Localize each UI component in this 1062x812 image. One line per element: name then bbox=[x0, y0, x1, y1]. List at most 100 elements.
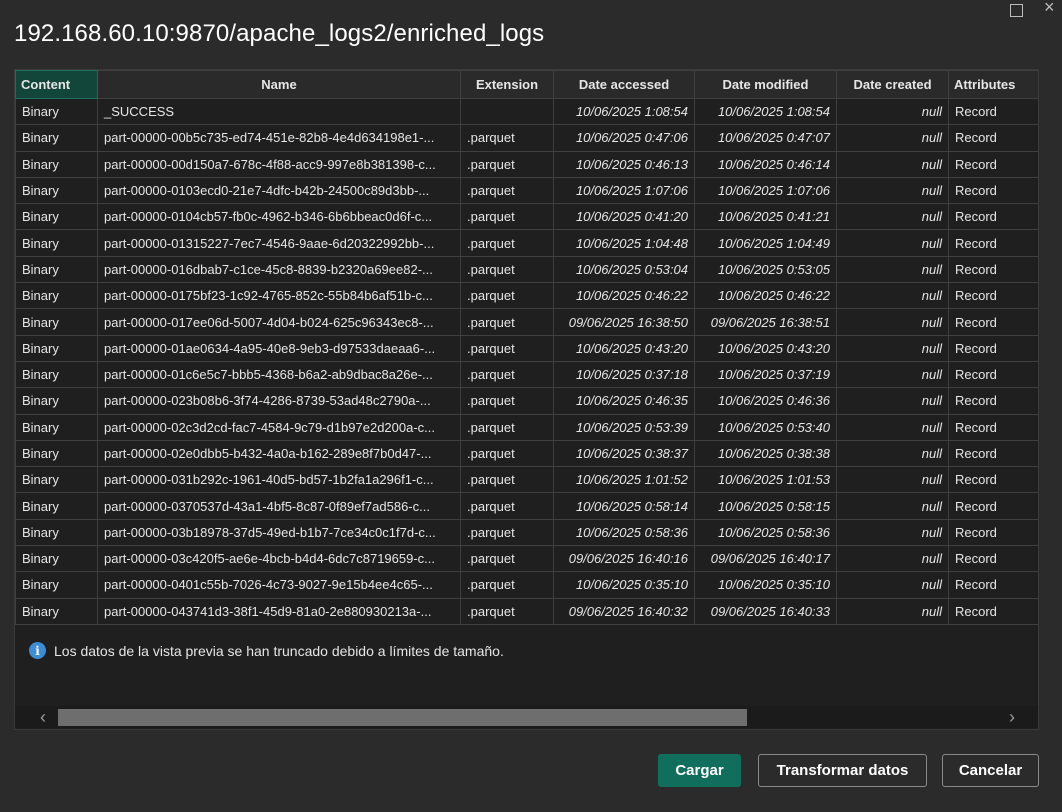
cell-attributes[interactable]: Record bbox=[948, 387, 1038, 415]
cell-content[interactable]: Binary bbox=[15, 308, 98, 336]
cell-attributes[interactable]: Record bbox=[948, 150, 1038, 178]
cell-attributes[interactable]: Record bbox=[948, 334, 1038, 362]
cell-content[interactable]: Binary bbox=[15, 571, 98, 599]
cell-extension: .parquet bbox=[460, 334, 554, 362]
cell-name: part-00000-02e0dbb5-b432-4a0a-b162-289e8… bbox=[97, 439, 461, 468]
cell-date-modified: 09/06/2025 16:40:33 bbox=[694, 597, 837, 625]
table-row[interactable]: Binary part-00000-01315227-7ec7-4546-9aae… bbox=[15, 229, 1038, 257]
cell-content[interactable]: Binary bbox=[15, 439, 98, 468]
cell-content[interactable]: Binary bbox=[15, 492, 98, 520]
table-row[interactable]: Binary part-00000-0103ecd0-21e7-4dfc-b42b… bbox=[15, 176, 1038, 205]
cell-attributes[interactable]: Record bbox=[948, 597, 1038, 625]
cell-attributes[interactable]: Record bbox=[948, 360, 1038, 389]
cell-attributes[interactable]: Record bbox=[948, 97, 1038, 126]
cell-date-modified: 10/06/2025 1:04:49 bbox=[694, 229, 837, 257]
table-row[interactable]: Binary part-00000-0104cb57-fb0c-4962-b346… bbox=[15, 203, 1038, 231]
column-header-content[interactable]: Content bbox=[15, 70, 98, 99]
table-row[interactable]: Binary part-00000-023b08b6-3f74-4286-8739… bbox=[15, 387, 1038, 415]
column-header-attributes[interactable]: Attributes bbox=[948, 70, 1038, 99]
table-row[interactable]: Binary part-00000-00d150a7-678c-4f88-acc9… bbox=[15, 150, 1038, 178]
table-row[interactable]: Binary part-00000-01c6e5c7-bbb5-4368-b6a2… bbox=[15, 360, 1038, 389]
cell-content[interactable]: Binary bbox=[15, 124, 98, 152]
cell-attributes[interactable]: Record bbox=[948, 308, 1038, 336]
cell-content[interactable]: Binary bbox=[15, 97, 98, 126]
cell-date-created: null bbox=[836, 255, 949, 284]
cell-date-accessed: 09/06/2025 16:40:32 bbox=[553, 597, 695, 625]
truncation-notice: i Los datos de la vista previa se han tr… bbox=[29, 642, 504, 659]
transform-data-button[interactable]: Transformar datos bbox=[758, 754, 927, 787]
cell-date-created: null bbox=[836, 466, 949, 494]
cell-date-accessed: 10/06/2025 0:47:06 bbox=[553, 124, 695, 152]
column-header-date-created[interactable]: Date created bbox=[836, 70, 949, 99]
table-row[interactable]: Binary part-00000-0175bf23-1c92-4765-852c… bbox=[15, 282, 1038, 310]
cell-date-modified: 10/06/2025 0:43:20 bbox=[694, 334, 837, 362]
cell-content[interactable]: Binary bbox=[15, 255, 98, 284]
cell-content[interactable]: Binary bbox=[15, 282, 98, 310]
table-row[interactable]: Binary part-00000-01ae0634-4a95-40e8-9eb3… bbox=[15, 334, 1038, 362]
cell-content[interactable]: Binary bbox=[15, 229, 98, 257]
table-row[interactable]: Binary part-00000-02c3d2cd-fac7-4584-9c79… bbox=[15, 413, 1038, 441]
cell-date-created: null bbox=[836, 545, 949, 573]
table-row[interactable]: Binary part-00000-00b5c735-ed74-451e-82b8… bbox=[15, 124, 1038, 152]
cell-content[interactable]: Binary bbox=[15, 150, 98, 178]
table-row[interactable]: Binary part-00000-03b18978-37d5-49ed-b1b7… bbox=[15, 518, 1038, 547]
cell-attributes[interactable]: Record bbox=[948, 203, 1038, 231]
cell-date-created: null bbox=[836, 97, 949, 126]
cell-attributes[interactable]: Record bbox=[948, 571, 1038, 599]
table-row[interactable]: Binary part-00000-043741d3-38f1-45d9-81a0… bbox=[15, 597, 1038, 625]
cell-content[interactable]: Binary bbox=[15, 518, 98, 547]
cell-content[interactable]: Binary bbox=[15, 597, 98, 625]
table-row[interactable]: Binary part-00000-0370537d-43a1-4bf5-8c87… bbox=[15, 492, 1038, 520]
chevron-right-icon[interactable]: › bbox=[1002, 707, 1022, 727]
cell-content[interactable]: Binary bbox=[15, 545, 98, 573]
cell-attributes[interactable]: Record bbox=[948, 492, 1038, 520]
cell-attributes[interactable]: Record bbox=[948, 124, 1038, 152]
maximize-button[interactable] bbox=[1010, 4, 1023, 17]
cell-attributes[interactable]: Record bbox=[948, 439, 1038, 468]
cell-extension: .parquet bbox=[460, 203, 554, 231]
cell-date-accessed: 10/06/2025 0:46:22 bbox=[553, 282, 695, 310]
table-row[interactable]: Binary part-00000-02e0dbb5-b432-4a0a-b162… bbox=[15, 439, 1038, 468]
column-header-name[interactable]: Name bbox=[97, 70, 461, 99]
cell-attributes[interactable]: Record bbox=[948, 176, 1038, 205]
cell-attributes[interactable]: Record bbox=[948, 413, 1038, 441]
cell-content[interactable]: Binary bbox=[15, 413, 98, 441]
column-header-date-accessed[interactable]: Date accessed bbox=[553, 70, 695, 99]
cell-attributes[interactable]: Record bbox=[948, 466, 1038, 494]
preview-panel: Content Name Extension Date accessed Dat… bbox=[14, 69, 1039, 730]
cell-extension: .parquet bbox=[460, 439, 554, 468]
cell-attributes[interactable]: Record bbox=[948, 518, 1038, 547]
scrollbar-thumb[interactable] bbox=[58, 709, 747, 726]
cell-name: part-00000-0175bf23-1c92-4765-852c-55b84… bbox=[97, 282, 461, 310]
cancel-button[interactable]: Cancelar bbox=[942, 754, 1039, 787]
cell-date-modified: 10/06/2025 1:01:53 bbox=[694, 466, 837, 494]
table-row[interactable]: Binary _SUCCESS 10/06/2025 1:08:54 10/06/20… bbox=[15, 97, 1038, 126]
cell-date-modified: 09/06/2025 16:40:17 bbox=[694, 545, 837, 573]
cell-date-created: null bbox=[836, 176, 949, 205]
horizontal-scrollbar[interactable]: ‹ › bbox=[15, 706, 1038, 728]
cell-extension: .parquet bbox=[460, 545, 554, 573]
cell-attributes[interactable]: Record bbox=[948, 255, 1038, 284]
close-icon[interactable]: × bbox=[1044, 0, 1062, 18]
table-row[interactable]: Binary part-00000-031b292c-1961-40d5-bd57… bbox=[15, 466, 1038, 494]
table-row[interactable]: Binary part-00000-016dbab7-c1ce-45c8-8839… bbox=[15, 255, 1038, 284]
cell-extension: .parquet bbox=[460, 387, 554, 415]
column-header-date-modified[interactable]: Date modified bbox=[694, 70, 837, 99]
table-row[interactable]: Binary part-00000-0401c55b-7026-4c73-9027… bbox=[15, 571, 1038, 599]
chevron-left-icon[interactable]: ‹ bbox=[33, 707, 53, 727]
load-button[interactable]: Cargar bbox=[658, 754, 741, 787]
cell-content[interactable]: Binary bbox=[15, 203, 98, 231]
cell-attributes[interactable]: Record bbox=[948, 282, 1038, 310]
cell-date-created: null bbox=[836, 150, 949, 178]
cell-content[interactable]: Binary bbox=[15, 176, 98, 205]
cell-attributes[interactable]: Record bbox=[948, 229, 1038, 257]
table-row[interactable]: Binary part-00000-03c420f5-ae6e-4bcb-b4d4… bbox=[15, 545, 1038, 573]
cell-attributes[interactable]: Record bbox=[948, 545, 1038, 573]
column-header-extension[interactable]: Extension bbox=[460, 70, 554, 99]
cell-content[interactable]: Binary bbox=[15, 334, 98, 362]
cell-content[interactable]: Binary bbox=[15, 466, 98, 494]
table-row[interactable]: Binary part-00000-017ee06d-5007-4d04-b024… bbox=[15, 308, 1038, 336]
cell-name: part-00000-01315227-7ec7-4546-9aae-6d203… bbox=[97, 229, 461, 257]
cell-content[interactable]: Binary bbox=[15, 387, 98, 415]
cell-content[interactable]: Binary bbox=[15, 360, 98, 389]
